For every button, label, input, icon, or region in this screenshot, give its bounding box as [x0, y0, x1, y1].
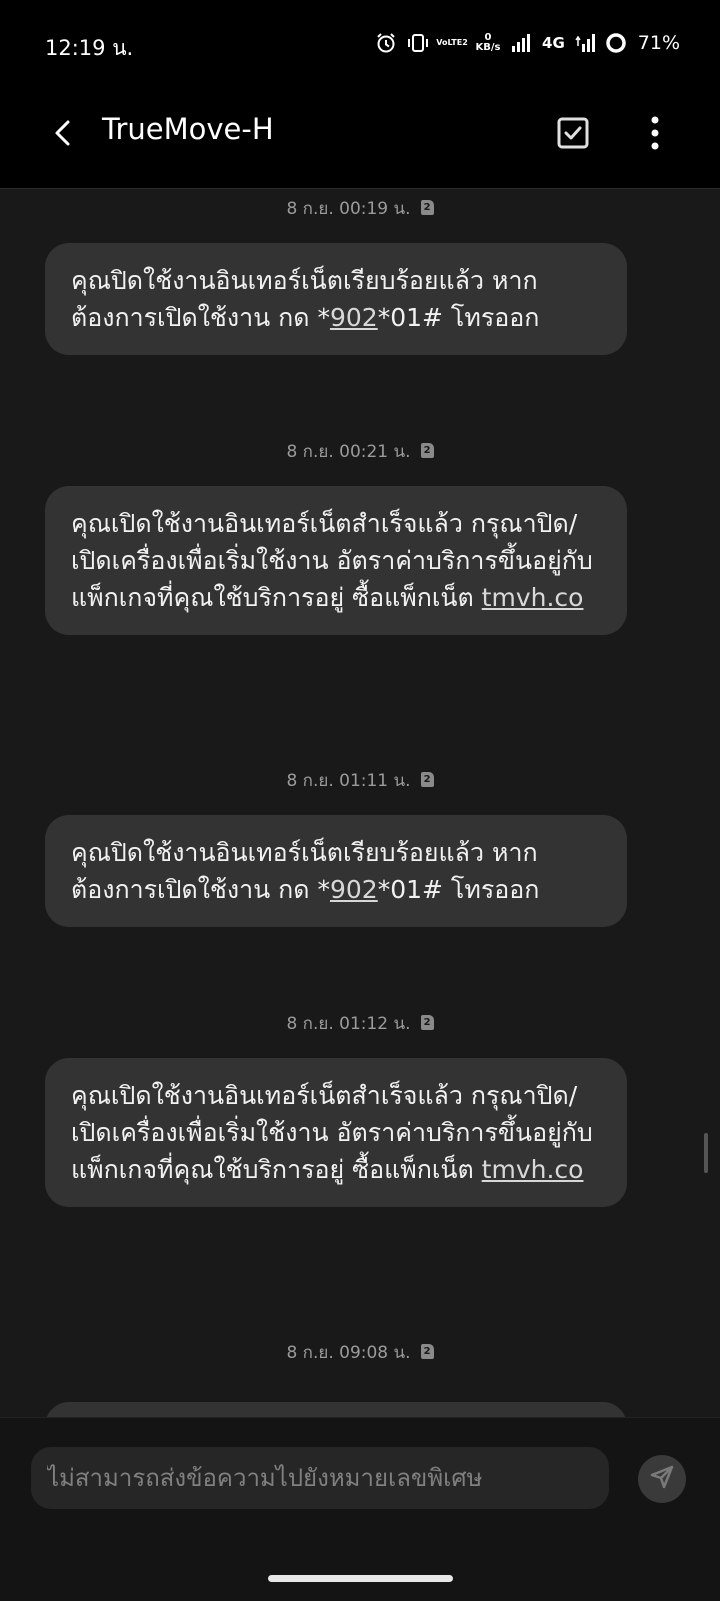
message-timestamp: 8 ก.ย. 00:21 น. 2: [0, 438, 720, 465]
signal-icon-sim2: [574, 34, 596, 52]
scrollbar-thumb[interactable]: [704, 1133, 708, 1173]
message-timestamp: 8 ก.ย. 09:08 น. 2: [0, 1339, 720, 1366]
home-indicator[interactable]: [268, 1575, 453, 1582]
message-input-container[interactable]: [31, 1447, 609, 1509]
vibrate-icon: [406, 33, 430, 53]
message-timestamp: 8 ก.ย. 01:12 น. 2: [0, 1010, 720, 1037]
message-list[interactable]: 8 ก.ย. 00:19 น. 2 คุณปิดใช้งานอินเทอร์เน็…: [0, 189, 720, 1417]
app-bar: TrueMove-H: [0, 86, 720, 189]
sim-card-icon: 2: [420, 771, 434, 787]
send-button[interactable]: [638, 1455, 686, 1503]
message-timestamp: 8 ก.ย. 01:11 น. 2: [0, 767, 720, 794]
select-messages-button[interactable]: [548, 110, 598, 160]
timestamp-text: 8 ก.ย. 01:12 น.: [286, 1014, 411, 1034]
message-link[interactable]: 902: [330, 875, 378, 904]
timestamp-text: 8 ก.ย. 01:11 น.: [286, 771, 411, 791]
sim-card-icon: 2: [420, 199, 434, 215]
send-icon: [649, 1464, 675, 1494]
more-options-button[interactable]: [630, 110, 680, 160]
message-link[interactable]: tmvh.co: [482, 583, 584, 612]
composer-bar: [0, 1417, 720, 1601]
back-arrow-icon: [52, 119, 74, 151]
message-bubble-partial[interactable]: [45, 1402, 627, 1417]
message-timestamp: 8 ก.ย. 00:19 น. 2: [0, 195, 720, 222]
data-speed: 0 KB/s: [474, 33, 502, 53]
message-text-end: *01# โทรออก: [377, 303, 540, 332]
timestamp-text: 8 ก.ย. 00:19 น.: [286, 199, 411, 219]
message-bubble[interactable]: คุณเปิดใช้งานอินเทอร์เน็ตสำเร็จแล้ว กรุณ…: [45, 1058, 627, 1207]
status-time: 12:19 น.: [45, 36, 134, 60]
checkbox-icon: [557, 117, 589, 153]
message-bubble[interactable]: คุณปิดใช้งานอินเทอร์เน็ตเรียบร้อยแล้ว หา…: [45, 243, 627, 355]
message-bubble[interactable]: คุณปิดใช้งานอินเทอร์เน็ตเรียบร้อยแล้ว หา…: [45, 815, 627, 927]
message-input[interactable]: [31, 1447, 609, 1509]
timestamp-text: 8 ก.ย. 09:08 น.: [286, 1343, 411, 1363]
status-icons: VoLTE2 0 KB/s 4G 71%: [375, 28, 680, 58]
alarm-icon: [375, 32, 397, 54]
network-type-label: 4G: [542, 34, 565, 52]
back-button[interactable]: [38, 110, 88, 160]
conversation-title: TrueMove-H: [102, 112, 274, 146]
more-vert-icon: [650, 116, 660, 154]
sim-card-icon: 2: [420, 442, 434, 458]
sim-card-icon: 2: [420, 1343, 434, 1359]
message-link[interactable]: tmvh.co: [482, 1155, 584, 1184]
timestamp-text: 8 ก.ย. 00:21 น.: [286, 442, 411, 462]
volte-label: VoLTE2: [436, 38, 468, 47]
message-text-end: *01# โทรออก: [377, 875, 540, 904]
data-speed-unit: KB/s: [475, 42, 501, 53]
sim-card-icon: 2: [420, 1014, 434, 1030]
signal-icon-sim1: [511, 34, 533, 52]
message-bubble[interactable]: คุณเปิดใช้งานอินเทอร์เน็ตสำเร็จแล้ว กรุณ…: [45, 486, 627, 635]
battery-percent: 71%: [637, 32, 680, 54]
battery-icon: [605, 32, 627, 54]
message-link[interactable]: 902: [330, 303, 378, 332]
status-bar: 12:19 น. VoLTE2 0 KB/s 4G 71%: [0, 0, 720, 86]
